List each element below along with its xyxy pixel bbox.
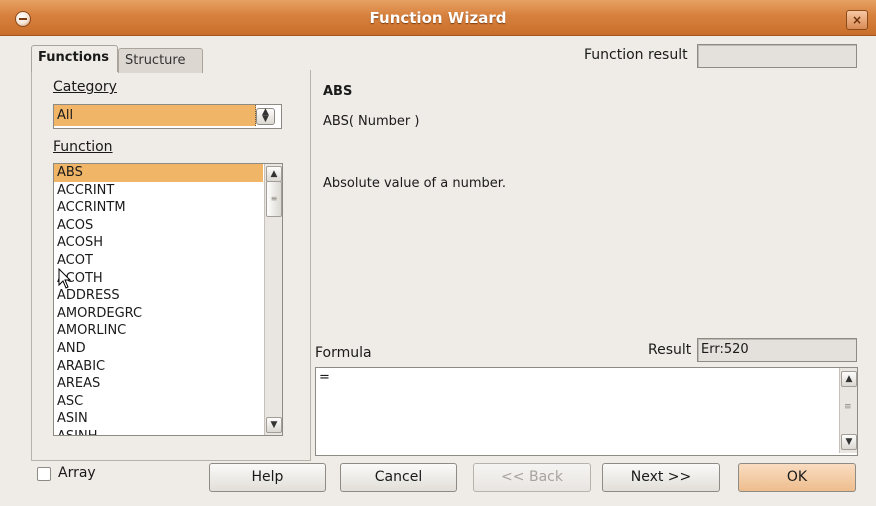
function-description: Absolute value of a number. [323,176,507,191]
function-syntax: ABS( Number ) [323,114,420,129]
chevron-updown-icon[interactable]: ▲ ▼ [256,108,275,125]
array-checkbox[interactable] [37,467,51,481]
function-list-item[interactable]: ACOTH [54,270,263,288]
function-list-item[interactable]: ACOS [54,217,263,235]
ok-button[interactable]: OK [738,463,856,492]
formula-label: Formula [315,345,372,361]
formula-scrollbar[interactable]: ▲ ≡ ▼ [839,368,857,453]
function-list-item[interactable]: ADDRESS [54,287,263,305]
function-list-item[interactable]: ACCRINT [54,182,263,200]
window-title: Function Wizard [369,9,507,27]
function-list-item[interactable]: ASIN [54,410,263,428]
close-button[interactable]: × [846,10,868,30]
scroll-up-icon[interactable]: ▲ [266,166,282,182]
scroll-grip-icon: ≡ [844,402,852,412]
formula-input[interactable]: = ▲ ≡ ▼ [315,367,858,456]
function-list-item[interactable]: AMORDEGRC [54,305,263,323]
mouse-cursor-icon [58,268,72,289]
formula-text[interactable]: = [319,370,330,385]
help-button[interactable]: Help [209,463,326,492]
cancel-button[interactable]: Cancel [340,463,457,492]
function-result-field [697,44,857,68]
function-label: Function [53,139,113,155]
scroll-down-icon[interactable]: ▼ [841,434,857,450]
category-label: Category [53,79,117,95]
scroll-thumb[interactable]: ≡ [266,181,282,217]
function-list-item[interactable]: AMORLINC [54,322,263,340]
category-selected-value[interactable]: All [54,105,256,126]
function-list-item[interactable]: AND [54,340,263,358]
tab-functions[interactable]: Functions [31,45,118,72]
function-name: ABS [323,84,353,99]
function-list[interactable]: ABS ACCRINT ACCRINTM ACOS ACOSH ACOT ACOTH ADDR… [53,163,283,436]
result-field: Err:520 [697,338,857,362]
next-button[interactable]: Next >> [602,463,720,492]
array-label: Array [58,465,96,481]
function-result-label: Function result [584,47,688,63]
function-list-item[interactable]: AREAS [54,375,263,393]
function-list-item[interactable]: ASINH [54,428,263,435]
function-list-item[interactable]: ARABIC [54,358,263,376]
scroll-down-icon[interactable]: ▼ [266,417,282,433]
function-list-item[interactable]: ACCRINTM [54,199,263,217]
result-label: Result [648,342,692,358]
function-list-items: ABS ACCRINT ACCRINTM ACOS ACOSH ACOT ACOTH ADDR… [54,164,263,435]
tab-structure[interactable]: Structure [118,48,203,73]
function-list-item[interactable]: ACOSH [54,234,263,252]
scroll-up-icon[interactable]: ▲ [841,371,857,387]
function-list-item[interactable]: ASC [54,393,263,411]
function-list-item[interactable]: ACOT [54,252,263,270]
back-button[interactable]: << Back [473,463,591,492]
function-list-scrollbar[interactable]: ▲ ≡ ▼ [264,164,282,435]
function-list-item[interactable]: ABS [54,164,263,182]
